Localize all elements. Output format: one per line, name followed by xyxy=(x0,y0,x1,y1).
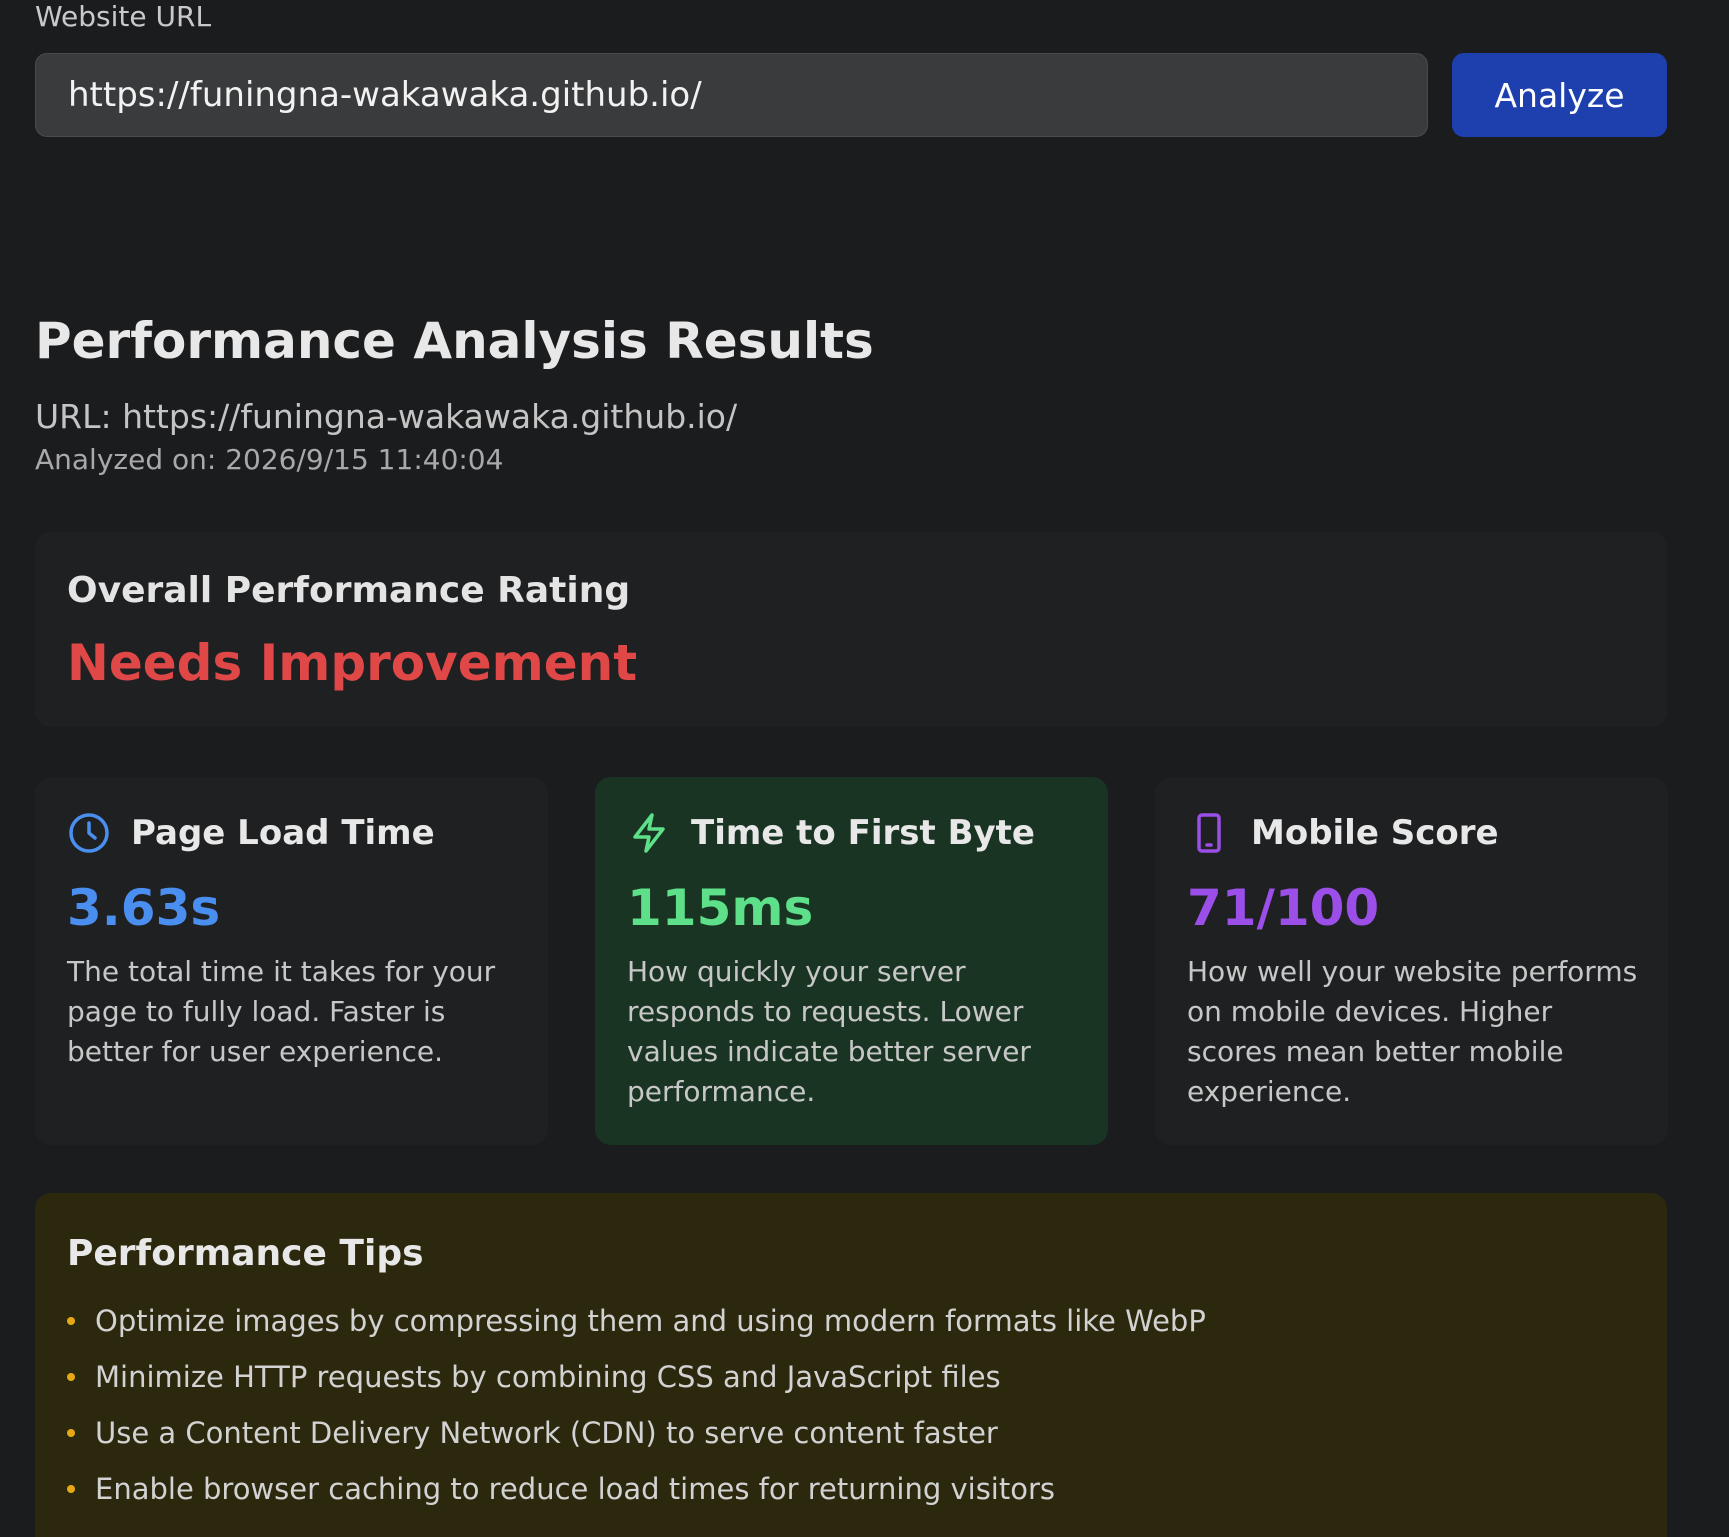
performance-tips-card: Performance Tips Optimize images by comp… xyxy=(35,1193,1667,1537)
metric-description: How quickly your server responds to requ… xyxy=(627,955,1031,1108)
tip-text: Use a Content Delivery Network (CDN) to … xyxy=(95,1416,998,1450)
tip-text: Enable browser caching to reduce load ti… xyxy=(95,1472,1056,1506)
tip-item: Use a Content Delivery Network (CDN) to … xyxy=(67,1413,1206,1469)
metric-value: 115ms xyxy=(627,879,814,937)
tip-text: Optimize images by compressing them and … xyxy=(95,1304,1206,1338)
rating-value: Needs Improvement xyxy=(67,634,638,692)
metric-title: Page Load Time xyxy=(131,813,435,853)
tips-title: Performance Tips xyxy=(67,1233,424,1274)
tip-item: Minimize HTTP requests by combining CSS … xyxy=(67,1357,1206,1413)
tips-list: Optimize images by compressing them and … xyxy=(67,1301,1206,1525)
tip-item: Enable browser caching to reduce load ti… xyxy=(67,1469,1206,1525)
metric-card-mobile-score: Mobile Score 71/100 How well your websit… xyxy=(1155,777,1668,1145)
metric-description: How well your website performs on mobile… xyxy=(1187,955,1638,1108)
tip-item: Optimize images by compressing them and … xyxy=(67,1301,1206,1357)
metric-value: 71/100 xyxy=(1187,879,1380,937)
overall-rating-card: Overall Performance Rating Needs Improve… xyxy=(35,532,1667,727)
bullet-icon xyxy=(67,1373,75,1381)
analyze-button[interactable]: Analyze xyxy=(1452,53,1667,137)
clock-icon xyxy=(67,811,111,855)
rating-label: Overall Performance Rating xyxy=(67,570,631,611)
metric-title: Time to First Byte xyxy=(691,813,1035,853)
metric-value: 3.63s xyxy=(67,879,221,937)
metric-title: Mobile Score xyxy=(1251,813,1499,853)
smartphone-icon xyxy=(1187,811,1231,855)
url-input[interactable] xyxy=(35,53,1428,137)
bullet-icon xyxy=(67,1429,75,1437)
lightning-icon xyxy=(627,811,671,855)
tip-text: Minimize HTTP requests by combining CSS … xyxy=(95,1360,1001,1394)
results-title: Performance Analysis Results xyxy=(35,312,874,370)
url-label: Website URL xyxy=(35,0,212,33)
metric-card-page-load-time: Page Load Time 3.63s The total time it t… xyxy=(35,777,548,1145)
bullet-icon xyxy=(67,1485,75,1493)
results-analyzed-date: Analyzed on: 2026/9/15 11:40:04 xyxy=(35,443,504,476)
metric-card-ttfb: Time to First Byte 115ms How quickly you… xyxy=(595,777,1108,1145)
bullet-icon xyxy=(67,1317,75,1325)
metric-description: The total time it takes for your page to… xyxy=(67,955,496,1068)
results-url: URL: https://funingna-wakawaka.github.io… xyxy=(35,397,738,436)
analyzer-page: Website URL Analyze Performance Analysis… xyxy=(0,0,1729,1537)
